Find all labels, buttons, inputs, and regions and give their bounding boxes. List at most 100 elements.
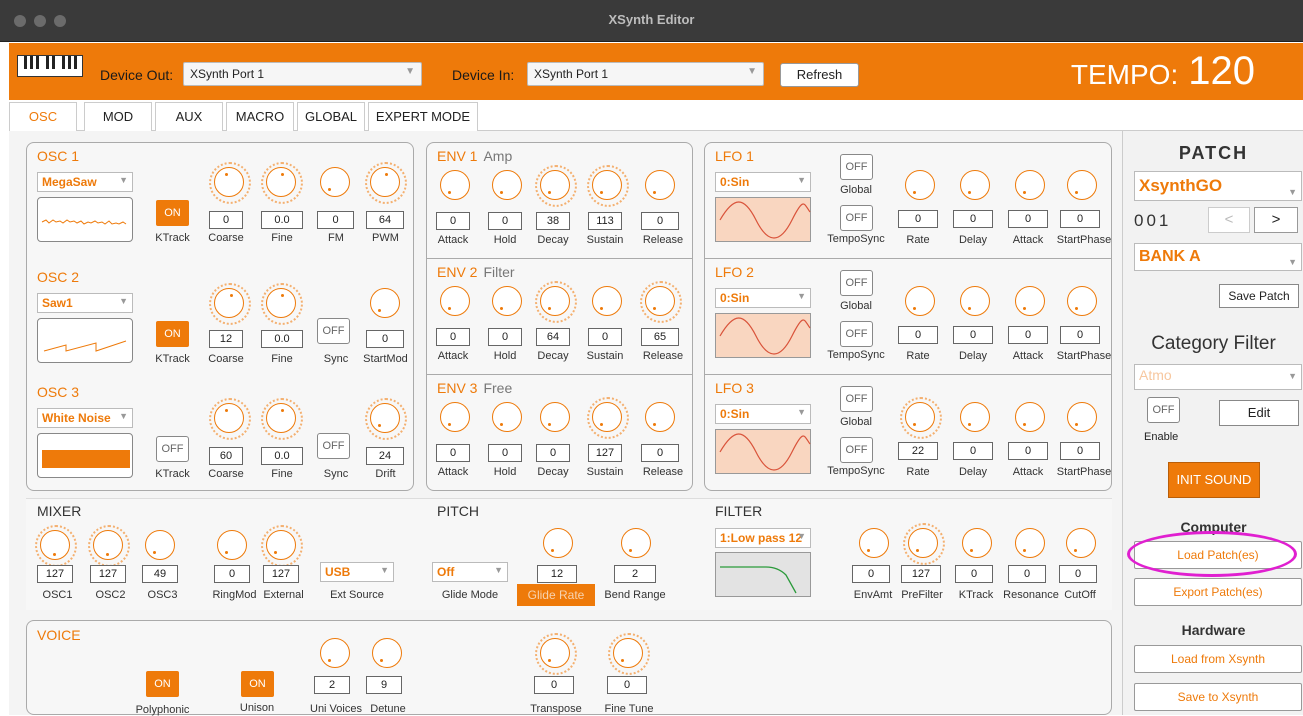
osc2-fine-knob[interactable] — [261, 283, 303, 325]
env1-sustain-knob[interactable] — [587, 165, 629, 207]
osc1-fine-value[interactable]: 0.0 — [261, 211, 303, 229]
env1-decay-value[interactable]: 38 — [536, 212, 570, 230]
voice-unison-toggle[interactable]: ON — [241, 671, 274, 697]
env2-sustain-knob[interactable] — [592, 286, 622, 316]
osc2-wave-select[interactable]: Saw1 ▼ — [37, 293, 133, 313]
filter-cutoff-knob[interactable] — [1066, 528, 1096, 558]
pitch-glide-rate-knob[interactable] — [543, 528, 573, 558]
filter-prefilter-value[interactable]: 127 — [901, 565, 941, 583]
lfo1-startphase-knob[interactable] — [1067, 170, 1097, 200]
voice-transpose-knob[interactable] — [535, 633, 577, 675]
lfo2-temposync-toggle[interactable]: OFF — [840, 321, 873, 347]
tab-expert-mode[interactable]: EXPERT MODE — [368, 102, 478, 131]
export-patches-button[interactable]: Export Patch(es) — [1134, 578, 1302, 606]
mixer-ringmod-knob[interactable] — [217, 530, 247, 560]
env2-hold-value[interactable]: 0 — [488, 328, 522, 346]
env3-attack-value[interactable]: 0 — [436, 444, 470, 462]
env1-hold-knob[interactable] — [492, 170, 522, 200]
lfo3-global-toggle[interactable]: OFF — [840, 386, 873, 412]
mixer-osc2-value[interactable]: 127 — [90, 565, 126, 583]
mixer-external-knob[interactable] — [261, 525, 303, 567]
refresh-button[interactable]: Refresh — [780, 63, 859, 87]
prev-patch-button[interactable]: < — [1208, 207, 1250, 233]
mixer-osc3-knob[interactable] — [145, 530, 175, 560]
filter-cutoff-value[interactable]: 0 — [1059, 565, 1097, 583]
tab-macro[interactable]: MACRO — [226, 102, 294, 131]
env3-attack-knob[interactable] — [440, 402, 470, 432]
tab-aux[interactable]: AUX — [155, 102, 223, 131]
lfo3-rate-knob[interactable] — [900, 397, 942, 439]
voice-fine-tune-knob[interactable] — [608, 633, 650, 675]
osc3-sync-toggle[interactable]: OFF — [317, 433, 350, 459]
patch-select[interactable]: XsynthGO ▼ — [1134, 171, 1302, 201]
env1-hold-value[interactable]: 0 — [488, 212, 522, 230]
osc1-coarse-knob[interactable] — [209, 162, 251, 204]
osc2-coarse-value[interactable]: 12 — [209, 330, 243, 348]
osc3-drift-knob[interactable] — [365, 398, 407, 440]
lfo2-attack-knob[interactable] — [1015, 286, 1045, 316]
mixer-external-value[interactable]: 127 — [263, 565, 299, 583]
lfo2-delay-value[interactable]: 0 — [953, 326, 993, 344]
filter-type-select[interactable]: 1:Low pass 12 ▼ — [715, 528, 811, 548]
osc3-coarse-value[interactable]: 60 — [209, 447, 243, 465]
env1-release-knob[interactable] — [645, 170, 675, 200]
env3-decay-value[interactable]: 0 — [536, 444, 570, 462]
edit-category-button[interactable]: Edit — [1219, 400, 1299, 426]
lfo3-wave-select[interactable]: 0:Sin ▼ — [715, 404, 811, 424]
osc2-ktrack-toggle[interactable]: ON — [156, 321, 189, 347]
load-from-xsynth-button[interactable]: Load from Xsynth — [1134, 645, 1302, 673]
device-in-select[interactable]: XSynth Port 1 ▼ — [527, 62, 764, 86]
bank-select[interactable]: BANK A ▼ — [1134, 243, 1302, 271]
voice-uni-voices-knob[interactable] — [320, 638, 350, 668]
lfo1-attack-knob[interactable] — [1015, 170, 1045, 200]
lfo1-rate-value[interactable]: 0 — [898, 210, 938, 228]
voice-detune-knob[interactable] — [372, 638, 402, 668]
lfo3-temposync-toggle[interactable]: OFF — [840, 437, 873, 463]
osc1-pwm-value[interactable]: 64 — [366, 211, 404, 229]
env2-attack-value[interactable]: 0 — [436, 328, 470, 346]
lfo2-delay-knob[interactable] — [960, 286, 990, 316]
osc1-fm-knob[interactable] — [320, 167, 350, 197]
mixer-osc2-knob[interactable] — [88, 525, 130, 567]
osc1-coarse-value[interactable]: 0 — [209, 211, 243, 229]
pitch-glide-mode-select[interactable]: Off ▼ — [432, 562, 508, 582]
filter-resonance-knob[interactable] — [1015, 528, 1045, 558]
lfo3-attack-value[interactable]: 0 — [1008, 442, 1048, 460]
osc2-coarse-knob[interactable] — [209, 283, 251, 325]
pitch-bend-range-knob[interactable] — [621, 528, 651, 558]
lfo2-startphase-knob[interactable] — [1067, 286, 1097, 316]
init-sound-button[interactable]: INIT SOUND — [1168, 462, 1260, 498]
next-patch-button[interactable]: > — [1254, 207, 1298, 233]
env3-sustain-value[interactable]: 127 — [588, 444, 622, 462]
osc3-drift-value[interactable]: 24 — [366, 447, 404, 465]
mixer-osc3-value[interactable]: 49 — [142, 565, 178, 583]
lfo3-startphase-value[interactable]: 0 — [1060, 442, 1100, 460]
lfo1-delay-value[interactable]: 0 — [953, 210, 993, 228]
pitch-bend-range-value[interactable]: 2 — [614, 565, 656, 583]
env1-attack-knob[interactable] — [440, 170, 470, 200]
osc1-pwm-knob[interactable] — [365, 162, 407, 204]
osc3-ktrack-toggle[interactable]: OFF — [156, 436, 189, 462]
lfo3-delay-knob[interactable] — [960, 402, 990, 432]
lfo3-rate-value[interactable]: 22 — [898, 442, 938, 460]
lfo1-temposync-toggle[interactable]: OFF — [840, 205, 873, 231]
filter-prefilter-knob[interactable] — [903, 523, 945, 565]
voice-uni-voices-value[interactable]: 2 — [314, 676, 350, 694]
osc1-wave-select[interactable]: MegaSaw ▼ — [37, 172, 133, 192]
filter-resonance-value[interactable]: 0 — [1008, 565, 1046, 583]
voice-transpose-value[interactable]: 0 — [534, 676, 574, 694]
osc2-startmod-value[interactable]: 0 — [366, 330, 404, 348]
env2-release-knob[interactable] — [640, 281, 682, 323]
voice-fine-tune-value[interactable]: 0 — [607, 676, 647, 694]
device-out-select[interactable]: XSynth Port 1 ▼ — [183, 62, 422, 86]
env3-sustain-knob[interactable] — [587, 397, 629, 439]
tab-mod[interactable]: MOD — [84, 102, 152, 131]
category-select[interactable]: Atmo ▼ — [1134, 364, 1302, 390]
env3-release-knob[interactable] — [645, 402, 675, 432]
voice-detune-value[interactable]: 9 — [366, 676, 402, 694]
pitch-glide-rate-value[interactable]: 12 — [537, 565, 577, 583]
lfo2-startphase-value[interactable]: 0 — [1060, 326, 1100, 344]
osc3-fine-knob[interactable] — [261, 398, 303, 440]
env2-sustain-value[interactable]: 0 — [588, 328, 622, 346]
filter-ktrack-knob[interactable] — [962, 528, 992, 558]
